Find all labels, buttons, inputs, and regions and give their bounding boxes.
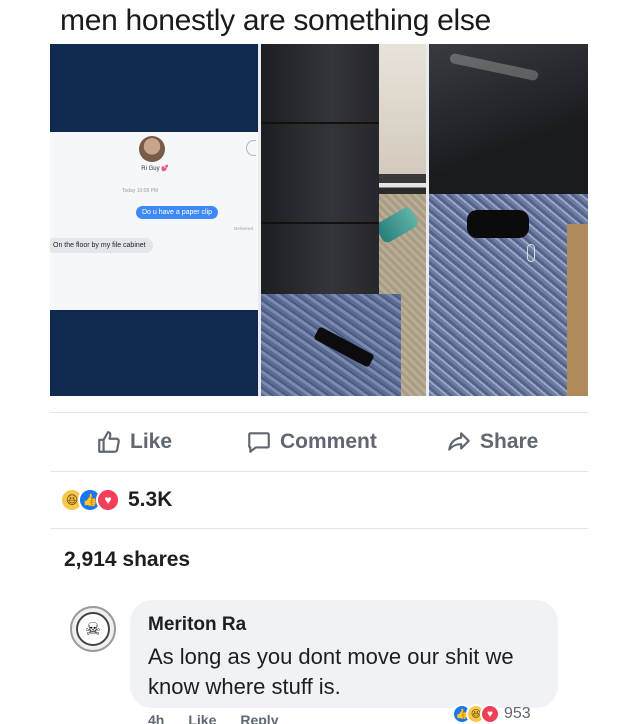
comment-time: 4h — [148, 712, 165, 724]
paper-clip — [527, 244, 535, 262]
file-cabinet — [261, 44, 379, 308]
share-arrow-icon — [448, 432, 470, 451]
received-message-bubble: On the floor by my file cabinet — [50, 238, 153, 253]
comment-reaction-count: 953 — [504, 705, 531, 722]
commenter-avatar[interactable]: ☠ — [70, 606, 116, 652]
comment-reply-link[interactable]: Reply — [240, 712, 278, 724]
comment-text: As long as you dont move our shit we kno… — [148, 644, 514, 699]
photo-collage[interactable]: Ri Guy 💕 Today 10:08 PM Do u have a pape… — [50, 44, 588, 396]
contact-header: Ri Guy 💕 — [110, 165, 200, 172]
delivered-label: Delivered — [234, 226, 254, 231]
comment-actions: 4h Like Reply — [148, 712, 278, 724]
drawer-seam — [261, 122, 379, 124]
comment-author[interactable]: Meriton Ra — [148, 614, 540, 636]
divider — [50, 528, 588, 529]
reaction-count: 5.3K — [128, 488, 173, 511]
comment-like-link[interactable]: Like — [188, 712, 216, 724]
share-button[interactable]: Share — [446, 429, 538, 455]
contact-avatar — [139, 136, 165, 162]
comment-reactions[interactable]: 👍 😆 ♥ 953 — [452, 704, 531, 724]
comment-button[interactable]: Comment — [246, 429, 377, 455]
contact-emoji: 💕 — [161, 166, 169, 172]
meme-caption: men honestly are something else — [60, 4, 491, 37]
post-action-bar: Like Comment Share — [50, 412, 588, 472]
comment-bubble: Meriton Ra As long as you dont move our … — [130, 600, 558, 708]
wood-floor — [567, 224, 588, 396]
paper-clip-closeup-photo[interactable] — [429, 44, 588, 396]
love-icon: ♥ — [96, 488, 120, 512]
wall — [373, 44, 426, 194]
message-timestamp: Today 10:08 PM — [122, 188, 159, 194]
skull-crossbones-icon: ☠ — [76, 612, 110, 646]
cabinet-photo[interactable] — [261, 44, 426, 396]
cabinet-wheel — [467, 210, 529, 238]
back-arrow-icon — [246, 140, 256, 156]
text-message-photo[interactable]: Ri Guy 💕 Today 10:08 PM Do u have a pape… — [50, 44, 258, 396]
reaction-summary[interactable]: 😆 👍 ♥ 5.3K — [60, 488, 172, 512]
contact-name: Ri Guy — [141, 166, 160, 172]
sent-message-bubble: Do u have a paper clip — [136, 206, 219, 219]
love-icon: ♥ — [480, 704, 500, 724]
comment-label: Comment — [280, 430, 377, 453]
share-count[interactable]: 2,914 shares — [64, 548, 190, 572]
like-label: Like — [130, 430, 173, 453]
like-button[interactable]: Like — [96, 429, 172, 455]
dark-band-top — [50, 44, 258, 132]
drawer-seam — [261, 222, 379, 224]
speech-bubble-icon — [248, 432, 270, 453]
thumbs-up-icon — [98, 431, 120, 453]
dark-band-bottom — [50, 310, 258, 396]
share-label: Share — [480, 430, 539, 453]
